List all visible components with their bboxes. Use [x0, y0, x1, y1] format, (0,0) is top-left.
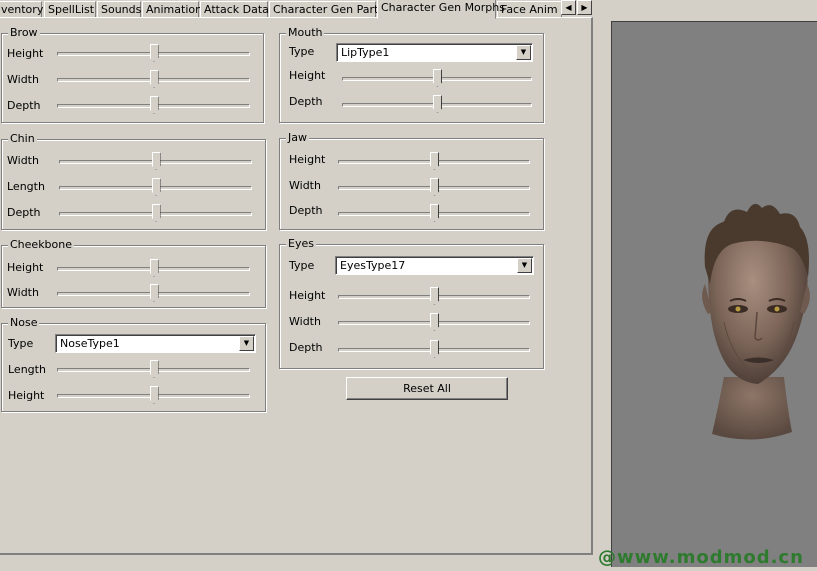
chin-depth-thumb[interactable] [151, 204, 161, 222]
chin-group: Chin Width Length Depth [1, 132, 266, 230]
eyes-height-label: Height [289, 289, 326, 302]
jaw-width-slider[interactable] [338, 178, 530, 196]
jaw-width-label: Width [289, 179, 321, 192]
tab-animation[interactable]: Animation [142, 1, 202, 18]
brow-width-label: Width [7, 73, 39, 86]
eyes-type-select[interactable]: EyesType17 ▼ [335, 256, 534, 275]
brow-group: Brow Height Width Depth [1, 26, 264, 123]
brow-height-thumb[interactable] [149, 44, 159, 62]
cheekbone-width-label: Width [7, 286, 39, 299]
tab-sounds[interactable]: Sounds [97, 1, 141, 18]
brow-width-slider[interactable] [57, 70, 250, 88]
jaw-height-label: Height [289, 153, 326, 166]
tab-face-anim[interactable]: Face Anim F [497, 1, 562, 18]
nose-height-label: Height [8, 389, 45, 402]
reset-all-button[interactable]: Reset All [346, 377, 508, 400]
chin-group-title: Chin [8, 132, 37, 145]
brow-group-title: Brow [8, 26, 40, 39]
mouth-type-value: LipType1 [341, 46, 390, 59]
tab-attack-data[interactable]: Attack Data [200, 1, 269, 18]
mouth-depth-thumb[interactable] [433, 95, 442, 113]
mouth-group-title: Mouth [286, 26, 325, 39]
chin-width-thumb[interactable] [151, 152, 161, 170]
eyes-width-thumb[interactable] [430, 313, 439, 331]
triangle-down-icon[interactable]: ▼ [516, 45, 531, 60]
triangle-left-icon[interactable]: ◀ [561, 0, 576, 15]
eyes-height-slider[interactable] [338, 287, 530, 305]
eyes-height-thumb[interactable] [430, 287, 439, 305]
brow-width-thumb[interactable] [149, 70, 159, 88]
chin-length-label: Length [7, 180, 45, 193]
chin-length-slider[interactable] [59, 178, 252, 196]
jaw-depth-thumb[interactable] [430, 204, 439, 222]
nose-type-select[interactable]: NoseType1 ▼ [55, 334, 256, 353]
eyes-group-title: Eyes [286, 237, 316, 250]
eyes-group: Eyes Type EyesType17 ▼ Height Width Dept… [279, 237, 544, 369]
jaw-depth-label: Depth [289, 204, 323, 217]
cheekbone-height-slider[interactable] [57, 259, 250, 277]
cheekbone-group-title: Cheekbone [8, 238, 75, 251]
chin-width-label: Width [7, 154, 39, 167]
jaw-group: Jaw Height Width Depth [279, 131, 544, 230]
triangle-down-icon[interactable]: ▼ [517, 258, 532, 273]
mouth-type-label: Type [289, 45, 315, 58]
nose-length-label: Length [8, 363, 46, 376]
brow-depth-thumb[interactable] [149, 96, 159, 114]
nose-length-thumb[interactable] [149, 360, 159, 378]
tab-inventory[interactable]: ventory [0, 1, 43, 18]
chin-length-thumb[interactable] [151, 178, 161, 196]
cheekbone-width-slider[interactable] [57, 284, 250, 302]
nose-group-title: Nose [8, 316, 40, 329]
mouth-height-label: Height [289, 69, 326, 82]
eyes-depth-thumb[interactable] [430, 340, 439, 358]
mouth-group: Mouth Type LipType1 ▼ Height Depth [279, 26, 544, 123]
nose-height-thumb[interactable] [149, 386, 159, 404]
tab-character-gen-parts[interactable]: Character Gen Parts [269, 1, 384, 18]
cheekbone-height-thumb[interactable] [149, 259, 159, 277]
brow-height-label: Height [7, 47, 44, 60]
chin-depth-label: Depth [7, 206, 41, 219]
eyes-type-value: EyesType17 [340, 259, 406, 272]
eyes-depth-label: Depth [289, 341, 323, 354]
triangle-right-icon[interactable]: ▶ [577, 0, 592, 15]
eyes-width-slider[interactable] [338, 313, 530, 331]
tab-spelllist[interactable]: SpellList [44, 1, 96, 18]
watermark-text: @www.modmod.cn [598, 547, 804, 568]
nose-group: Nose Type NoseType1 ▼ Length Height [1, 316, 266, 412]
jaw-width-thumb[interactable] [430, 178, 439, 196]
tab-character-gen-morphs[interactable]: Character Gen Morphs [377, 0, 505, 19]
eyes-type-label: Type [289, 259, 315, 272]
nose-type-value: NoseType1 [60, 337, 120, 350]
jaw-group-title: Jaw [286, 131, 309, 144]
nose-height-slider[interactable] [57, 386, 250, 404]
triangle-down-icon[interactable]: ▼ [239, 336, 254, 351]
nose-type-label: Type [8, 337, 34, 350]
cheekbone-group: Cheekbone Height Width [1, 238, 266, 308]
eyes-width-label: Width [289, 315, 321, 328]
mouth-height-thumb[interactable] [433, 69, 442, 87]
eyes-depth-slider[interactable] [338, 340, 530, 358]
cheekbone-width-thumb[interactable] [149, 284, 159, 302]
jaw-height-slider[interactable] [338, 152, 530, 170]
chin-depth-slider[interactable] [59, 204, 252, 222]
mouth-height-slider[interactable] [342, 69, 532, 87]
cheekbone-height-label: Height [7, 261, 44, 274]
brow-depth-slider[interactable] [57, 96, 250, 114]
tab-strip: ventory SpellList Sounds Animation Attac… [0, 0, 593, 19]
brow-height-slider[interactable] [57, 44, 250, 62]
mouth-depth-label: Depth [289, 95, 323, 108]
head-preview-viewport[interactable] [611, 21, 817, 567]
mouth-depth-slider[interactable] [342, 95, 532, 113]
nose-length-slider[interactable] [57, 360, 250, 378]
head-model-image [702, 203, 810, 440]
jaw-height-thumb[interactable] [430, 152, 439, 170]
brow-depth-label: Depth [7, 99, 41, 112]
mouth-type-select[interactable]: LipType1 ▼ [336, 43, 533, 62]
jaw-depth-slider[interactable] [338, 204, 530, 222]
chin-width-slider[interactable] [59, 152, 252, 170]
